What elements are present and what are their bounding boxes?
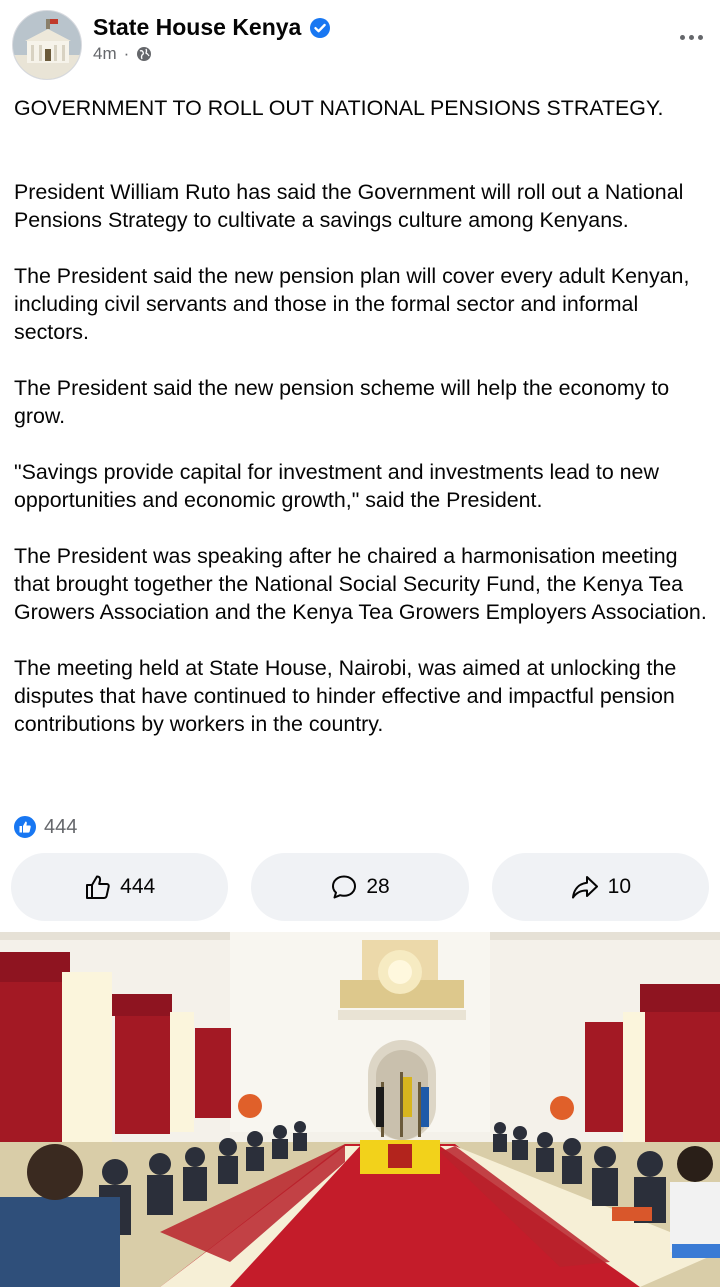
post-paragraph: "Savings provide capital for investment … <box>14 460 659 512</box>
state-house-logo <box>13 11 81 79</box>
post-paragraph: The President was speaking after he chai… <box>14 544 707 624</box>
meeting-room-image <box>0 932 720 1287</box>
verified-badge-icon <box>309 17 331 39</box>
post-body: GOVERNMENT TO ROLL OUT NATIONAL PENSIONS… <box>14 94 710 766</box>
more-options-button[interactable] <box>676 22 706 52</box>
share-button[interactable]: 10 <box>491 853 709 921</box>
like-reaction-icon <box>12 814 38 840</box>
share-arrow-icon <box>571 876 598 899</box>
post-photo[interactable] <box>0 932 720 1287</box>
share-count: 10 <box>607 875 631 898</box>
page-name-row: State House Kenya <box>93 14 331 41</box>
post-timestamp[interactable]: 4m <box>93 44 117 64</box>
post-paragraph: President William Ruto has said the Gove… <box>14 180 684 232</box>
post-paragraph: The meeting held at State House, Nairobi… <box>14 656 677 736</box>
post-paragraph: The President said the new pension plan … <box>14 264 690 344</box>
thumbs-up-icon <box>86 875 110 899</box>
reaction-count: 444 <box>44 815 78 838</box>
more-options-icon <box>679 34 685 40</box>
comment-count: 28 <box>366 875 390 898</box>
meta-separator: · <box>123 44 130 63</box>
like-button[interactable]: 444 <box>11 853 229 921</box>
comment-button[interactable]: 28 <box>251 853 469 921</box>
comment-bubble-icon <box>332 875 357 899</box>
post-header: State House Kenya 4m · <box>0 0 720 88</box>
post-headline: GOVERNMENT TO ROLL OUT NATIONAL PENSIONS… <box>14 96 664 120</box>
post-meta: 4m · <box>93 44 152 64</box>
post-actions: 444 28 10 <box>11 853 709 921</box>
like-count: 444 <box>120 875 156 898</box>
page-name[interactable]: State House Kenya <box>93 14 301 41</box>
page-avatar[interactable] <box>12 10 82 80</box>
reaction-summary[interactable]: 444 <box>12 814 77 840</box>
post-paragraph: The President said the new pension schem… <box>14 376 670 428</box>
globe-icon <box>136 46 152 62</box>
